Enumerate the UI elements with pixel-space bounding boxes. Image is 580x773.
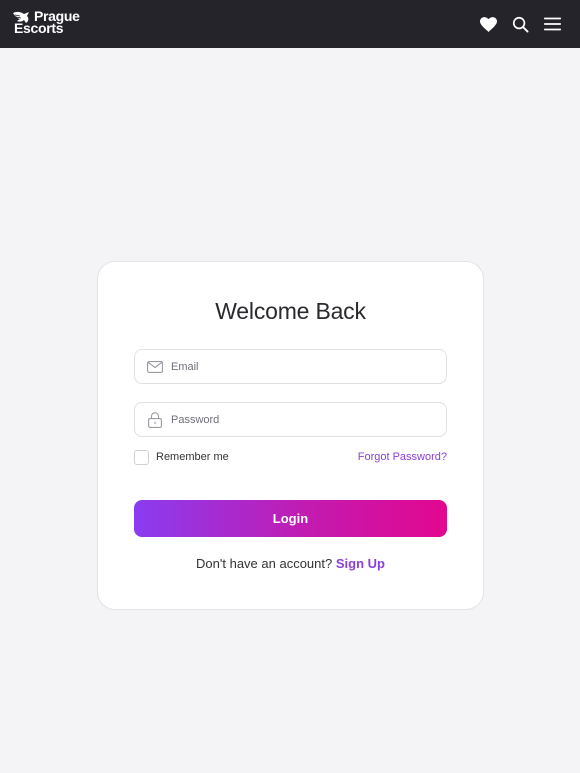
login-card: Welcome Back Remember me Forgot Password…: [97, 261, 484, 610]
logo-line-2: Escorts: [14, 20, 64, 36]
heart-icon: [479, 16, 497, 32]
search-button[interactable]: [504, 8, 536, 40]
login-options-row: Remember me Forgot Password?: [134, 449, 447, 465]
logo-text: Prague Escorts: [14, 9, 80, 35]
password-input[interactable]: [171, 413, 431, 426]
remember-me-label: Remember me: [156, 451, 229, 463]
site-logo[interactable]: Prague Escorts: [12, 9, 80, 40]
envelope-icon: [147, 359, 163, 375]
login-title: Welcome Back: [215, 298, 366, 324]
password-field[interactable]: [134, 402, 447, 437]
remember-me-checkbox[interactable]: [134, 449, 149, 465]
login-button[interactable]: Login: [134, 500, 447, 537]
hamburger-menu-icon: [543, 17, 561, 31]
header-actions: [472, 8, 568, 40]
forgot-password-link[interactable]: Forgot Password?: [358, 451, 447, 463]
top-navbar: Prague Escorts: [0, 0, 580, 48]
menu-button[interactable]: [536, 8, 568, 40]
lock-icon: [147, 411, 163, 428]
search-icon: [512, 16, 529, 33]
favorites-button[interactable]: [472, 8, 504, 40]
email-input[interactable]: [171, 360, 431, 373]
signup-row: Don't have an account? Sign Up: [98, 556, 483, 571]
signup-prompt: Don't have an account?: [196, 556, 333, 571]
email-field[interactable]: [134, 349, 447, 384]
remember-me[interactable]: Remember me: [134, 449, 229, 465]
signup-link[interactable]: Sign Up: [336, 556, 385, 571]
